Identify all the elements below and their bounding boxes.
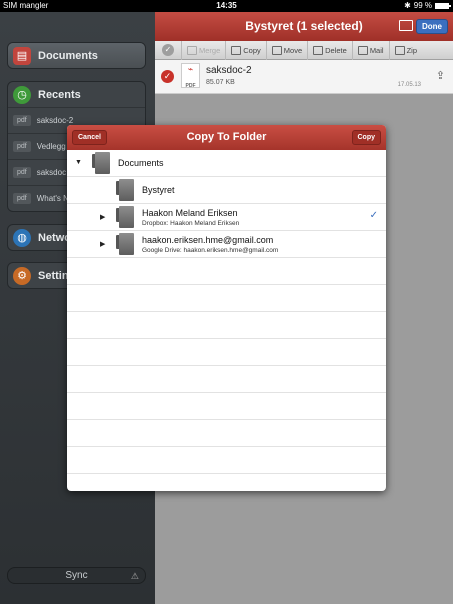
folder-icon <box>116 206 134 228</box>
sidebar-item-label: Documents <box>38 49 98 62</box>
sidebar-item-documents[interactable]: ▤ Documents <box>8 43 145 68</box>
pdf-tag: pdf <box>13 115 31 126</box>
recent-item-name: Vedlegg <box>36 142 66 151</box>
nav-bar: Bystyret (1 selected) Done <box>155 12 453 41</box>
sync-label: Sync <box>65 570 88 581</box>
done-button[interactable]: Done <box>416 19 448 34</box>
sidebar-documents-group: ▤ Documents <box>7 42 146 69</box>
copy-to-folder-dialog: Copy To Folder Cancel Copy ▼ Documents B… <box>67 125 386 491</box>
mail-label: Mail <box>369 45 384 55</box>
file-size: 85.07 KB <box>206 79 235 86</box>
merge-button[interactable]: Merge <box>181 40 225 60</box>
sidebar-item-recents[interactable]: ◷ Recents <box>8 82 145 107</box>
copy-button[interactable]: Copy <box>225 40 266 60</box>
folder-icon <box>92 152 110 174</box>
battery-percent: 99 % <box>413 1 432 10</box>
empty-row <box>67 339 386 366</box>
clock-icon: ◷ <box>13 85 31 104</box>
folder-row-bystyret[interactable]: Bystyret <box>67 177 386 204</box>
battery-icon <box>435 3 451 9</box>
folder-row-google-drive[interactable]: ▶ haakon.eriksen.hme@gmail.com Google Dr… <box>67 231 386 258</box>
recent-item-name: saksdoc-2 <box>36 116 74 125</box>
zip-label: Zip <box>406 45 417 55</box>
folder-row-documents[interactable]: ▼ Documents <box>67 150 386 177</box>
pdf-tag: pdf <box>13 141 31 152</box>
status-right: ✱ 99 % <box>404 0 451 12</box>
folder-sublabel: Google Drive: haakon.eriksen.hme@gmail.c… <box>142 247 279 254</box>
check-icon: ✓ <box>162 44 174 56</box>
sync-button[interactable]: Sync ⚠ <box>7 567 146 584</box>
folder-label: Documents <box>118 158 164 168</box>
dialog-title: Copy To Folder <box>186 131 267 143</box>
gear-icon: ⚙ <box>13 266 31 285</box>
empty-row <box>67 285 386 312</box>
folder-label: Bystyret <box>142 185 175 195</box>
expanded-triangle-icon[interactable]: ▼ <box>75 159 82 166</box>
collapsed-triangle-icon[interactable]: ▶ <box>100 240 105 248</box>
empty-row <box>67 447 386 474</box>
folder-icon <box>116 179 134 201</box>
folder-row-dropbox[interactable]: ▶ Haakon Meland Eriksen Dropbox: Haakon … <box>67 204 386 231</box>
pdf-tag: pdf <box>13 193 31 204</box>
move-button[interactable]: Move <box>265 40 307 60</box>
checkmark-icon: ✓ <box>369 210 378 221</box>
empty-row <box>67 312 386 339</box>
merge-label: Merge <box>199 45 221 55</box>
zip-icon <box>394 45 405 55</box>
empty-row <box>67 258 386 285</box>
folder-label: Haakon Meland Eriksen <box>142 208 238 218</box>
folder-icon <box>116 233 134 255</box>
mail-button[interactable]: Mail <box>351 40 389 60</box>
copy-icon <box>231 45 242 55</box>
empty-row <box>67 393 386 420</box>
file-name: saksdoc-2 <box>206 65 252 76</box>
empty-row <box>67 366 386 393</box>
pdf-tag: pdf <box>13 167 31 178</box>
copy-label: Copy <box>243 45 261 55</box>
file-row[interactable]: ✓ ⌁ PDF saksdoc-2 85.07 KB 17.05.13 ⇪ <box>155 60 453 94</box>
recent-item-name: What's N <box>36 194 69 203</box>
globe-icon: ◍ <box>13 228 31 247</box>
trash-icon <box>313 45 324 55</box>
warning-icon: ⚠ <box>130 571 139 581</box>
clock: 14:35 <box>216 1 237 10</box>
move-icon <box>271 45 282 55</box>
folder-sublabel: Dropbox: Haakon Meland Eriksen <box>142 220 240 227</box>
folder-label: haakon.eriksen.hme@gmail.com <box>142 235 274 245</box>
file-type: PDF <box>185 83 196 89</box>
new-folder-icon[interactable] <box>399 20 413 31</box>
empty-row <box>67 420 386 447</box>
merge-icon <box>187 45 197 55</box>
toolbar: ✓ Merge Copy Move Delete Mail Zip <box>155 40 453 60</box>
status-bar: SIM mangler 14:35 ✱ 99 % <box>0 0 453 12</box>
recent-item-name: saksdoc <box>36 168 67 177</box>
mail-icon <box>357 45 368 55</box>
bluetooth-icon: ✱ <box>404 1 411 10</box>
move-label: Move <box>283 45 303 55</box>
delete-button[interactable]: Delete <box>307 40 352 60</box>
select-all-button[interactable]: ✓ <box>155 41 181 60</box>
app-root: SIM mangler 14:35 ✱ 99 % ▤ Documents ◷ R… <box>0 0 453 604</box>
sidebar-item-label: Recents <box>38 88 81 101</box>
dialog-header: Copy To Folder Cancel Copy <box>67 125 386 150</box>
documents-icon: ▤ <box>13 46 31 65</box>
copy-button[interactable]: Copy <box>351 130 381 145</box>
selected-check-icon[interactable]: ✓ <box>161 70 174 83</box>
file-date: 17.05.13 <box>397 82 421 88</box>
delete-label: Delete <box>325 45 347 55</box>
pdf-file-icon: ⌁ PDF <box>181 63 200 89</box>
cancel-button[interactable]: Cancel <box>72 130 107 145</box>
share-icon[interactable]: ⇪ <box>436 69 445 82</box>
zip-button[interactable]: Zip <box>388 40 422 60</box>
collapsed-triangle-icon[interactable]: ▶ <box>100 213 105 221</box>
